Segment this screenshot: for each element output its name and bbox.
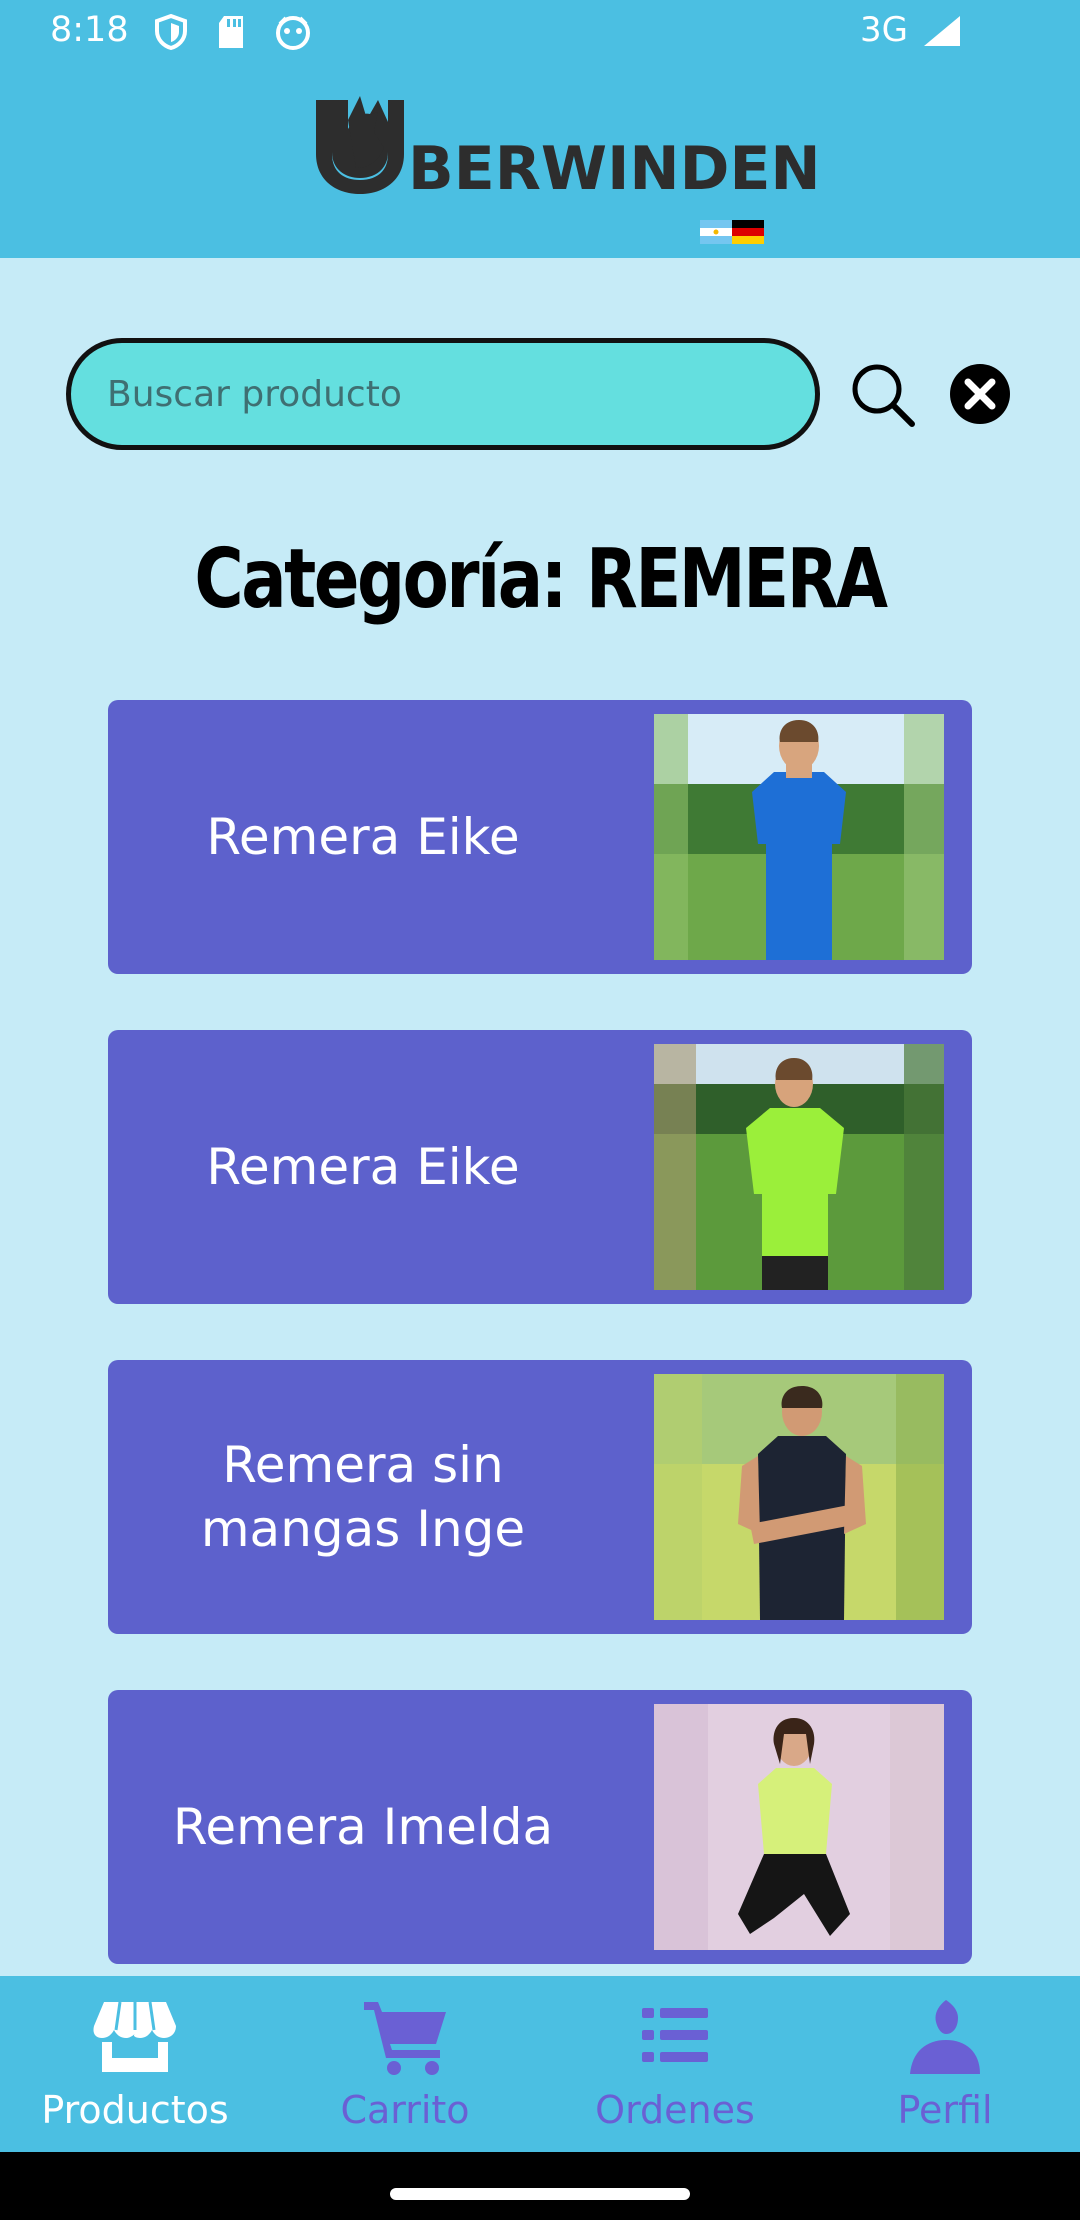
- product-card[interactable]: Remera Imelda: [108, 1690, 972, 1964]
- emoji-icon: [276, 16, 310, 50]
- product-card[interactable]: Remera sin mangas Inge: [108, 1360, 972, 1634]
- person-icon: [910, 2000, 980, 2074]
- status-time: 8:18: [50, 10, 129, 50]
- nav-label: Perfil: [897, 2088, 993, 2132]
- cart-icon: [364, 2002, 446, 2075]
- shield-icon: [155, 14, 187, 50]
- signal-icon: [924, 16, 960, 46]
- bottom-nav: Productos Carrito Ordenes Perfil: [0, 1976, 1080, 2152]
- nav-item-productos[interactable]: Productos: [0, 1976, 270, 2152]
- search-bar: [0, 338, 1080, 452]
- product-photo: [654, 1704, 944, 1950]
- home-gesture-handle[interactable]: [390, 2188, 690, 2200]
- product-name: Remera Eike: [206, 1138, 520, 1196]
- product-name: Remera Imelda: [172, 1798, 554, 1856]
- system-navigation-bar: [0, 2152, 1080, 2220]
- nav-label: Carrito: [340, 2088, 470, 2132]
- logo-text: BERWINDEN: [408, 134, 821, 204]
- product-name: Remera sin mangas Inge: [200, 1436, 526, 1558]
- nav-label: Productos: [41, 2088, 229, 2132]
- product-card[interactable]: Remera Eike: [108, 1030, 972, 1304]
- close-circle-icon[interactable]: [948, 362, 1012, 426]
- nav-item-carrito[interactable]: Carrito: [270, 1976, 540, 2152]
- nav-item-perfil[interactable]: Perfil: [810, 1976, 1080, 2152]
- nav-item-ordenes[interactable]: Ordenes: [540, 1976, 810, 2152]
- brand-logo: BERWINDEN: [312, 92, 821, 244]
- search-icon[interactable]: [848, 360, 918, 430]
- sd-card-icon: [219, 16, 243, 48]
- app-header: BERWINDEN: [0, 62, 1080, 258]
- product-name: Remera Eike: [206, 808, 520, 866]
- product-photo: [654, 714, 944, 960]
- network-type: 3G: [860, 10, 908, 50]
- product-photo: [654, 1044, 944, 1290]
- search-input[interactable]: [66, 338, 820, 450]
- list-icon: [642, 2008, 708, 2062]
- nav-label: Ordenes: [595, 2088, 755, 2132]
- store-icon: [93, 2001, 176, 2072]
- wolf-cup-icon: [316, 96, 404, 194]
- product-card[interactable]: Remera Eike: [108, 700, 972, 974]
- product-photo: [654, 1374, 944, 1620]
- flags-icon: [700, 220, 764, 244]
- status-bar: 8:18 3G: [0, 0, 1080, 62]
- page-title: Categoría: REMERA: [194, 532, 888, 627]
